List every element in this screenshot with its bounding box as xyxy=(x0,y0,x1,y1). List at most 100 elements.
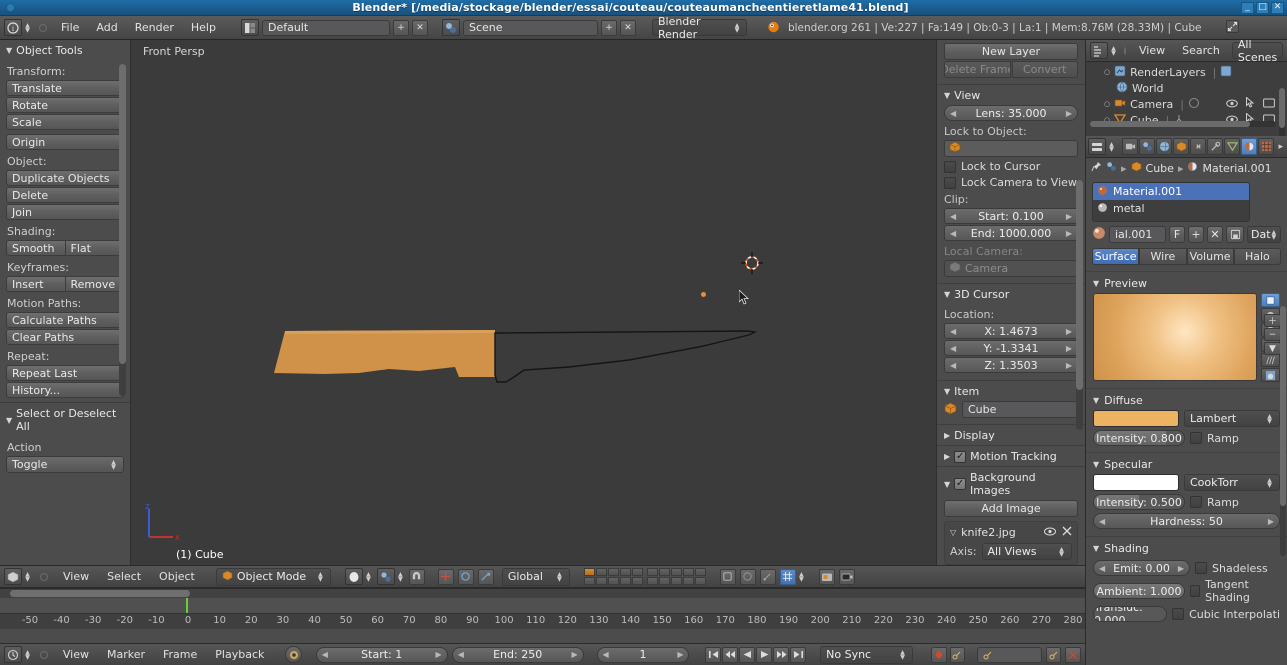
lock-to-cursor-checkbox[interactable] xyxy=(944,161,956,173)
select-deselect-panel-header[interactable]: ▼ Select or Deselect All xyxy=(0,403,130,436)
pivot-point-spinner[interactable]: ▲▼ xyxy=(396,570,405,584)
layer-cell-18[interactable] xyxy=(671,577,682,585)
axis-spinner[interactable]: ▲▼ xyxy=(1057,545,1066,559)
screen-layout-field[interactable]: Default xyxy=(262,20,390,36)
layer-cell-3[interactable] xyxy=(608,568,619,576)
timeline-icon[interactable] xyxy=(4,646,22,663)
layer-cell-16[interactable] xyxy=(647,577,658,585)
toolshelf-scrollbar[interactable] xyxy=(119,64,126,396)
view-section-header[interactable]: ▼ View xyxy=(937,85,1085,105)
item-object-name-field[interactable]: Cube xyxy=(962,401,1078,418)
specular-color-swatch[interactable] xyxy=(1093,474,1179,491)
interaction-mode-spinner[interactable]: ▲▼ xyxy=(316,570,325,584)
repeat-last-button[interactable]: Repeat Last xyxy=(6,365,124,381)
window-menu-icon[interactable] xyxy=(0,3,20,12)
snap-target-selector[interactable]: ▲▼ xyxy=(780,569,806,585)
shading-section-header[interactable]: ▼ Shading xyxy=(1086,536,1287,558)
3d-view-icon[interactable] xyxy=(4,568,22,585)
layer-cell-17[interactable] xyxy=(659,577,670,585)
restrict-render-icon[interactable] xyxy=(1263,98,1275,111)
viewport-shading-selector[interactable]: ▲▼ xyxy=(345,568,373,585)
scene-tab[interactable] xyxy=(1139,138,1155,155)
render-icon[interactable] xyxy=(819,569,835,585)
item-section-header[interactable]: ▼ Item xyxy=(937,381,1085,401)
specular-ramp-checkbox[interactable] xyxy=(1190,496,1202,508)
scene-icon[interactable] xyxy=(442,19,460,36)
diffuse-color-swatch[interactable] xyxy=(1093,410,1179,427)
outliner-menu-view[interactable]: View xyxy=(1132,42,1172,60)
breadcrumb-object-label[interactable]: Cube xyxy=(1146,162,1174,175)
object-tools-panel-header[interactable]: ▼ Object Tools xyxy=(0,40,130,60)
material-slot-specials-button[interactable]: ▼ xyxy=(1264,342,1281,355)
snap-element-icon[interactable] xyxy=(780,569,796,585)
menu-help[interactable]: Help xyxy=(184,19,223,37)
preview-section-header[interactable]: ▼ Preview xyxy=(1086,271,1287,293)
menu-render[interactable]: Render xyxy=(128,19,181,37)
screen-layout-icon[interactable] xyxy=(241,19,259,36)
material-slot-list[interactable]: Material.001 metal xyxy=(1092,182,1250,222)
viewport-editor-type-spinner[interactable]: ▲▼ xyxy=(23,570,32,584)
local-camera-field[interactable]: Camera xyxy=(944,260,1078,277)
timeline-menu-playback[interactable]: Playback xyxy=(208,646,271,664)
sync-mode-selector[interactable]: No Sync ▲▼ xyxy=(820,646,913,664)
previous-keyframe-icon[interactable] xyxy=(722,647,738,663)
pin-icon[interactable] xyxy=(1091,161,1102,175)
chevron-down-icon[interactable]: ▽ xyxy=(950,528,956,537)
layer-cell-8[interactable] xyxy=(671,568,682,576)
layer-cell-5[interactable] xyxy=(632,568,643,576)
outliner-row-world[interactable]: World xyxy=(1086,80,1287,96)
layer-cell-20[interactable] xyxy=(695,577,706,585)
viewport-shading-spinner[interactable]: ▲▼ xyxy=(364,570,373,584)
halo-tab[interactable]: Halo xyxy=(1234,248,1281,265)
jump-to-start-icon[interactable] xyxy=(705,647,721,663)
maximize-button[interactable]: □ xyxy=(1256,2,1269,14)
end-frame-increment-icon[interactable]: ▶ xyxy=(572,650,578,659)
render-engine-spinner[interactable]: ▲▼ xyxy=(733,21,741,35)
specular-section-header[interactable]: ▼ Specular xyxy=(1086,452,1287,474)
lock-camera-to-view-checkbox[interactable] xyxy=(944,177,956,189)
layer-cell-7[interactable] xyxy=(659,568,670,576)
viewport-editor-type-selector[interactable]: ▲▼ xyxy=(4,568,32,585)
viewport-menu-object[interactable]: Object xyxy=(152,568,202,586)
hair-preview-icon[interactable] xyxy=(1261,353,1280,367)
unlink-material-button[interactable]: ✕ xyxy=(1207,226,1223,243)
pivot-icon[interactable] xyxy=(377,568,395,585)
new-layer-button[interactable]: New Layer xyxy=(944,43,1078,60)
layer-cell-2[interactable] xyxy=(596,568,607,576)
remove-keyframe-button[interactable]: Remove xyxy=(66,276,125,292)
outliner-tree[interactable]: ○ RenderLayers | World ○ xyxy=(1086,62,1287,128)
jump-to-end-icon[interactable] xyxy=(790,647,806,663)
fullscreen-icon[interactable] xyxy=(1225,19,1240,37)
layer-cell-19[interactable] xyxy=(683,577,694,585)
visibility-eye-icon[interactable] xyxy=(1044,526,1056,539)
layer-block-2[interactable] xyxy=(647,568,706,585)
remove-image-icon[interactable] xyxy=(1062,526,1072,539)
outliner-editor-type-spinner[interactable]: ▲▼ xyxy=(1109,44,1118,58)
convert-button[interactable]: Convert xyxy=(1012,61,1079,78)
current-frame-field[interactable]: ◀ 1 ▶ xyxy=(597,647,690,663)
specular-intensity-slider[interactable]: Intensity: 0.500 xyxy=(1093,494,1185,510)
insert-keyframe-button[interactable]: Insert xyxy=(6,276,66,292)
outliner-v-scroll-thumb[interactable] xyxy=(1279,88,1285,128)
editor-type-spinner[interactable]: ▲▼ xyxy=(23,21,32,35)
delete-frame-button[interactable]: Delete Frame xyxy=(944,61,1011,78)
auto-keyframe-icon[interactable] xyxy=(285,646,302,663)
editor-type-selector[interactable]: i ▲▼ xyxy=(4,19,32,36)
lens-field[interactable]: ◀ Lens: 35.000 ▶ xyxy=(944,105,1078,121)
3d-cursor-section-header[interactable]: ▼ 3D Cursor xyxy=(937,284,1085,304)
end-frame-field[interactable]: ◀ End: 250 ▶ xyxy=(452,647,584,663)
proportional-edit-icon[interactable] xyxy=(740,569,756,585)
sync-mode-spinner[interactable]: ▲▼ xyxy=(898,648,907,662)
current-frame-increment-icon[interactable]: ▶ xyxy=(677,650,683,659)
outliner-collapse-menu-icon[interactable] xyxy=(1124,47,1126,55)
scene-breadcrumb-icon[interactable] xyxy=(1106,161,1117,175)
tangent-shading-checkbox[interactable] xyxy=(1190,585,1200,597)
clear-paths-button[interactable]: Clear Paths xyxy=(6,329,124,345)
diffuse-ramp-checkbox[interactable] xyxy=(1190,432,1202,444)
timeline-editor-type-spinner[interactable]: ▲▼ xyxy=(23,648,32,662)
diffuse-shader-selector[interactable]: Lambert ▲▼ xyxy=(1184,410,1280,427)
lock-to-cursor-row[interactable]: Lock to Cursor xyxy=(944,160,1078,173)
delete-screen-layout-button[interactable]: ✕ xyxy=(412,20,428,36)
motion-tracking-section-header[interactable]: ▶ Motion Tracking xyxy=(937,446,1085,466)
timeline-editor-type-selector[interactable]: ▲▼ xyxy=(4,646,32,663)
